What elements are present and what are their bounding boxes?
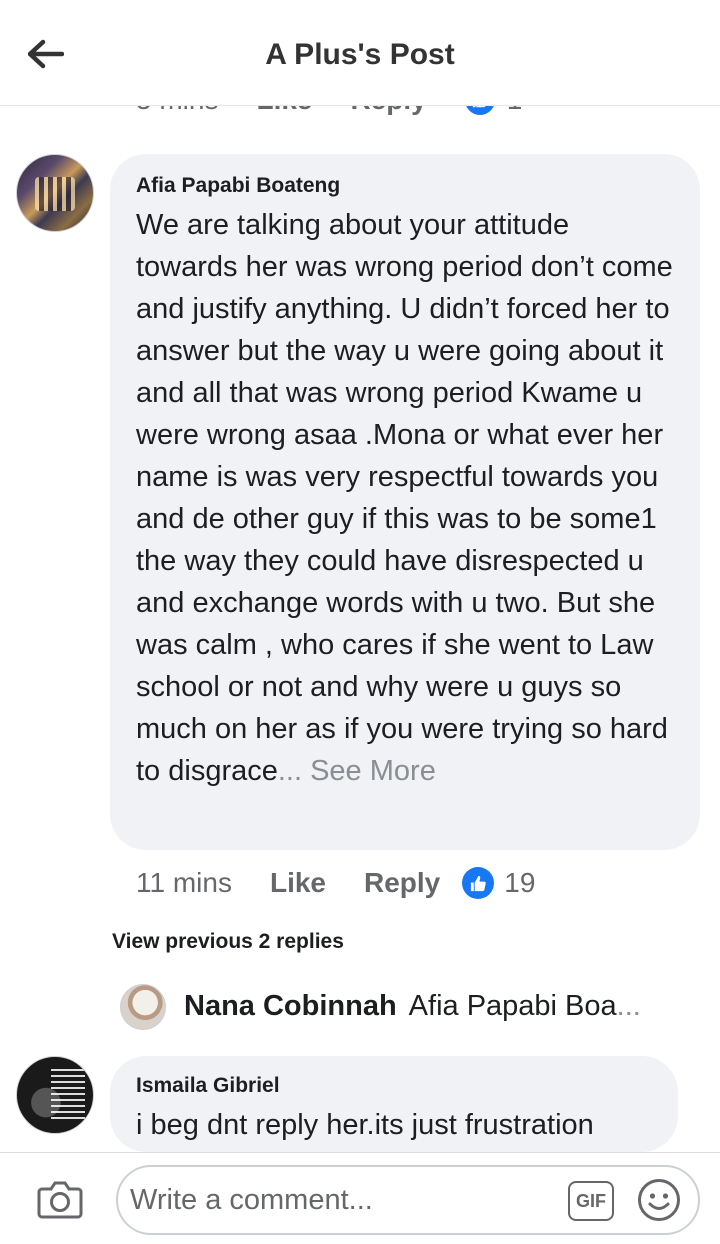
reply-preview[interactable]: Nana Cobinnah Afia Papabi Boa... [184, 990, 641, 1023]
like-count: 19 [504, 867, 536, 898]
comment-bubble[interactable]: Afia Papabi Boateng We are talking about… [110, 154, 700, 850]
page-title: A Plus's Post [265, 38, 455, 71]
like-button[interactable]: Like [270, 867, 326, 899]
comment-input[interactable] [130, 1175, 550, 1225]
avatar[interactable] [120, 984, 166, 1030]
comment-bubble[interactable]: Ismaila Gibriel i beg dnt reply her.its … [110, 1056, 678, 1152]
reply-button[interactable]: Reply [364, 867, 440, 899]
reply-ellipsis: ... [616, 990, 641, 1022]
see-more-link[interactable]: ... See More [278, 755, 436, 787]
emoji-button[interactable] [636, 1177, 682, 1223]
reply-snippet: Afia Papabi Boa [408, 990, 617, 1022]
camera-icon [37, 1181, 83, 1219]
gif-icon: GIF [576, 1190, 606, 1211]
view-previous-replies-link[interactable]: View previous 2 replies [112, 930, 344, 954]
comment-time: 11 mins [136, 867, 232, 898]
like-thumb-icon [462, 867, 495, 899]
avatar[interactable] [16, 154, 94, 232]
reply-author: Nana Cobinnah [184, 990, 397, 1022]
gif-button[interactable]: GIF [568, 1181, 614, 1221]
comment-text: i beg dnt reply her.its just frustration [136, 1109, 594, 1141]
camera-button[interactable] [36, 1177, 84, 1221]
comment-author[interactable]: Ismaila Gibriel [136, 1074, 652, 1098]
comment-author[interactable]: Afia Papabi Boateng [136, 174, 674, 198]
comment-composer: GIF [0, 1152, 720, 1244]
comment-input-wrapper: GIF [116, 1165, 700, 1235]
comment-text: We are talking about your attitude towar… [136, 204, 674, 792]
avatar[interactable] [16, 1056, 94, 1134]
comment-meta: 11 mins Like Reply 19 [136, 862, 535, 904]
emoji-icon [638, 1179, 680, 1221]
comment-body: We are talking about your attitude towar… [136, 209, 673, 787]
header-bar: A Plus's Post [0, 0, 720, 106]
